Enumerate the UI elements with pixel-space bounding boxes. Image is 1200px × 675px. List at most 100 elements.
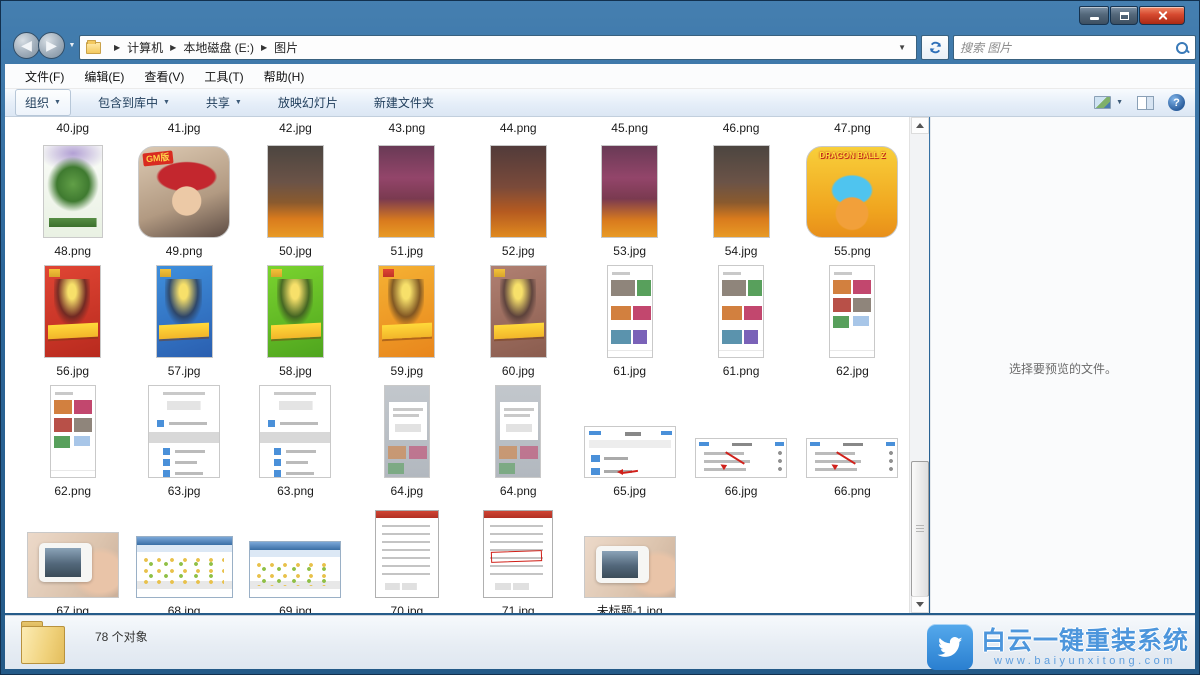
history-dropdown-icon[interactable]: ▼ xyxy=(66,38,78,54)
file-thumbnail[interactable] xyxy=(490,265,547,358)
file-label[interactable]: 64.png xyxy=(500,484,537,499)
file-thumbnail[interactable] xyxy=(259,385,331,478)
file-thumbnail[interactable] xyxy=(267,265,324,358)
file-thumbnail[interactable] xyxy=(378,145,435,238)
file-thumbnail[interactable] xyxy=(483,510,553,598)
file-label[interactable]: 62.jpg xyxy=(836,364,869,379)
forward-button[interactable]: ▶ xyxy=(38,32,65,59)
new-folder-button[interactable]: 新建文件夹 xyxy=(365,90,443,115)
file-thumbnail[interactable] xyxy=(584,426,676,478)
scrollbar-thumb[interactable] xyxy=(911,461,929,597)
file-label[interactable]: 56.jpg xyxy=(56,364,89,379)
file-thumbnail[interactable] xyxy=(584,536,676,598)
breadcrumb-item-pictures[interactable]: 图片 xyxy=(274,39,298,56)
menu-tools[interactable]: 工具(T) xyxy=(194,64,253,89)
file-thumbnail[interactable] xyxy=(148,385,220,478)
file-label[interactable]: 49.png xyxy=(166,244,203,259)
file-thumbnail[interactable]: DRAGON BALL Z xyxy=(806,146,898,238)
file-label[interactable]: 68.jpg xyxy=(168,604,201,613)
file-label[interactable]: 未标题-1.jpg xyxy=(597,604,663,613)
file-thumbnail[interactable] xyxy=(384,385,430,478)
file-label[interactable]: 71.jpg xyxy=(502,604,535,613)
file-thumbnail[interactable] xyxy=(490,145,547,238)
file-thumbnail[interactable] xyxy=(713,145,770,238)
file-label[interactable]: 51.jpg xyxy=(391,244,424,259)
file-label[interactable]: 54.jpg xyxy=(725,244,758,259)
scroll-down-button[interactable] xyxy=(911,596,929,613)
file-label[interactable]: 63.png xyxy=(277,484,314,499)
breadcrumb-item-drive-e[interactable]: 本地磁盘 (E:) xyxy=(183,39,254,56)
file-label[interactable]: 48.png xyxy=(54,244,91,259)
views-icon[interactable] xyxy=(1094,96,1111,109)
file-thumbnail[interactable] xyxy=(695,438,787,478)
file-thumbnail[interactable] xyxy=(806,438,898,478)
help-icon[interactable]: ? xyxy=(1168,94,1185,111)
file-label[interactable]: 62.png xyxy=(54,484,91,499)
file-label[interactable]: 67.jpg xyxy=(56,604,89,613)
menu-file[interactable]: 文件(F) xyxy=(15,64,74,89)
file-label[interactable]: 65.jpg xyxy=(613,484,646,499)
search-icon[interactable] xyxy=(1175,41,1189,55)
file-thumbnail[interactable] xyxy=(44,265,101,358)
file-label[interactable]: 42.jpg xyxy=(279,121,312,136)
menu-edit[interactable]: 编辑(E) xyxy=(74,64,134,89)
preview-pane-toggle-icon[interactable] xyxy=(1137,96,1154,110)
file-label[interactable]: 41.jpg xyxy=(168,121,201,136)
file-label[interactable]: 52.jpg xyxy=(502,244,535,259)
file-thumbnail[interactable] xyxy=(607,265,653,358)
menu-view[interactable]: 查看(V) xyxy=(134,64,194,89)
file-label[interactable]: 43.png xyxy=(389,121,426,136)
file-label[interactable]: 57.jpg xyxy=(168,364,201,379)
back-button[interactable]: ◀ xyxy=(13,32,40,59)
file-thumbnail[interactable] xyxy=(375,510,439,598)
file-thumbnail[interactable] xyxy=(156,265,213,358)
file-label[interactable]: 64.jpg xyxy=(391,484,424,499)
organize-button[interactable]: 组织 ▼ xyxy=(15,89,71,116)
file-thumbnail[interactable] xyxy=(378,265,435,358)
file-label[interactable]: 58.jpg xyxy=(279,364,312,379)
menu-help[interactable]: 帮助(H) xyxy=(254,64,315,89)
file-label[interactable]: 61.png xyxy=(723,364,760,379)
file-label[interactable]: 59.jpg xyxy=(391,364,424,379)
file-label[interactable]: 46.png xyxy=(723,121,760,136)
file-label[interactable]: 40.jpg xyxy=(56,121,89,136)
scroll-up-button[interactable] xyxy=(911,117,929,134)
file-thumbnail[interactable] xyxy=(829,265,875,358)
file-label[interactable]: 47.png xyxy=(834,121,871,136)
close-button[interactable] xyxy=(1139,6,1185,25)
file-label[interactable]: 69.jpg xyxy=(279,604,312,613)
file-thumbnail[interactable] xyxy=(43,145,103,238)
search-input[interactable] xyxy=(960,41,1175,55)
file-label[interactable]: 53.jpg xyxy=(613,244,646,259)
include-in-library-button[interactable]: 包含到库中 ▼ xyxy=(89,90,179,115)
refresh-button[interactable] xyxy=(921,35,949,60)
maximize-button[interactable] xyxy=(1110,6,1138,25)
file-thumbnail[interactable] xyxy=(249,541,341,598)
file-label[interactable]: 44.png xyxy=(500,121,537,136)
share-button[interactable]: 共享 ▼ xyxy=(197,90,251,115)
address-dropdown-icon[interactable]: ▼ xyxy=(894,43,910,52)
file-thumbnail[interactable] xyxy=(718,265,764,358)
file-thumbnail[interactable]: GM版 xyxy=(138,146,230,238)
file-label[interactable]: 61.jpg xyxy=(613,364,646,379)
file-thumbnail[interactable] xyxy=(50,385,96,478)
file-thumbnail[interactable] xyxy=(267,145,324,238)
file-label[interactable]: 60.jpg xyxy=(502,364,535,379)
vertical-scrollbar[interactable] xyxy=(909,117,929,613)
file-label[interactable]: 55.png xyxy=(834,244,871,259)
breadcrumb[interactable]: ▶ 计算机 ▶ 本地磁盘 (E:) ▶ 图片 ▼ xyxy=(79,35,917,60)
file-label[interactable]: 50.jpg xyxy=(279,244,312,259)
minimize-button[interactable] xyxy=(1079,6,1109,25)
file-thumbnail[interactable] xyxy=(601,145,658,238)
file-thumbnail[interactable] xyxy=(495,385,541,478)
file-thumbnail[interactable] xyxy=(136,536,233,598)
file-label[interactable]: 63.jpg xyxy=(168,484,201,499)
breadcrumb-item-computer[interactable]: 计算机 xyxy=(127,39,163,56)
views-dropdown-icon[interactable]: ▼ xyxy=(1116,99,1123,106)
file-thumbnail[interactable] xyxy=(27,532,119,598)
file-label[interactable]: 45.png xyxy=(611,121,648,136)
file-label[interactable]: 66.jpg xyxy=(725,484,758,499)
file-label[interactable]: 66.png xyxy=(834,484,871,499)
slideshow-button[interactable]: 放映幻灯片 xyxy=(269,90,347,115)
file-label[interactable]: 70.jpg xyxy=(391,604,424,613)
